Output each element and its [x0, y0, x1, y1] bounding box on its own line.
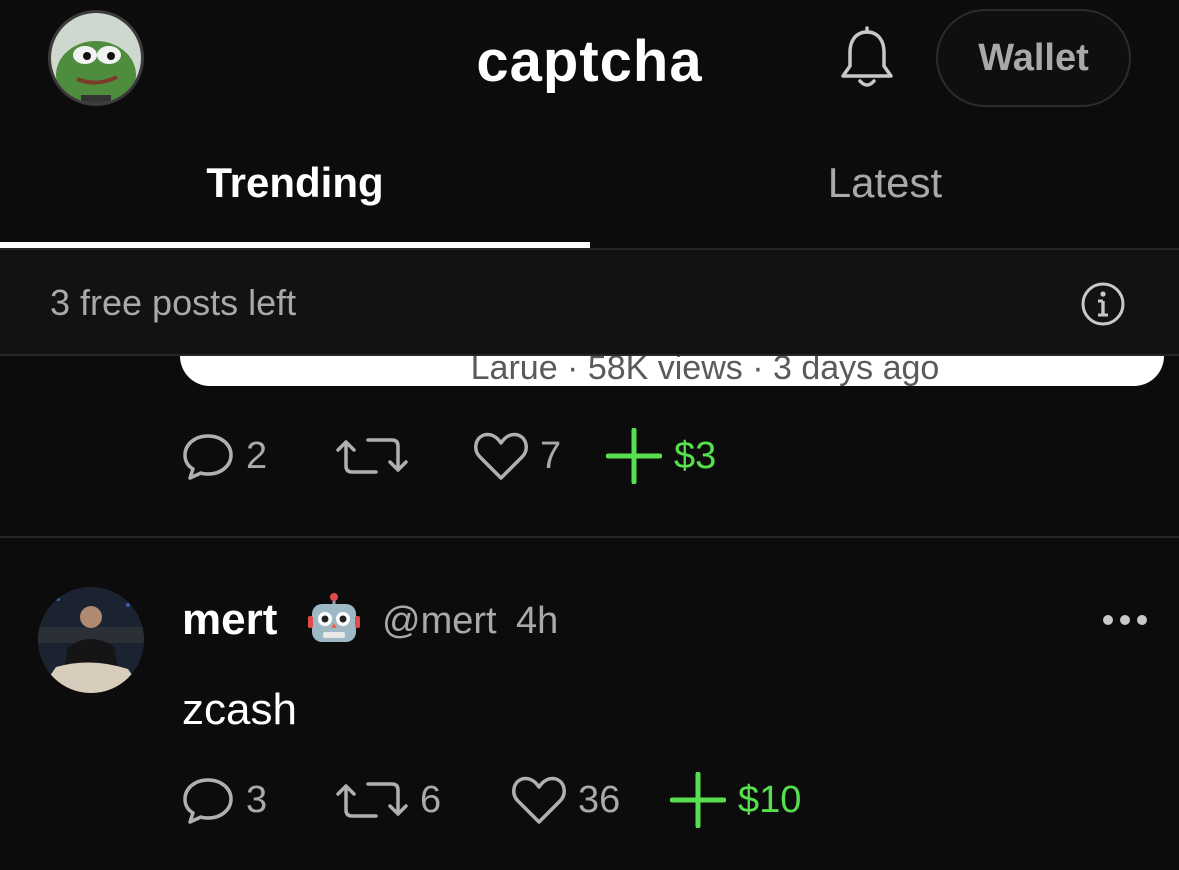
repost-action[interactable] — [334, 426, 420, 486]
repost-icon — [336, 438, 408, 474]
reply-icon — [183, 434, 233, 480]
author-photo — [38, 587, 144, 693]
info-icon[interactable] — [1080, 281, 1126, 327]
feed-tabs: Trending Latest — [0, 118, 1179, 250]
tip-plus-icon — [670, 772, 726, 828]
post-author-name[interactable]: mert — [182, 595, 277, 645]
reply-count: 2 — [246, 434, 268, 477]
like-action[interactable]: 36 — [510, 770, 620, 830]
tab-trending[interactable]: Trending — [0, 118, 590, 248]
like-action[interactable]: 7 — [472, 426, 561, 486]
reply-count: 3 — [246, 778, 268, 821]
like-count: 7 — [540, 434, 562, 477]
tip-amount: $10 — [738, 778, 802, 821]
post-author-avatar[interactable] — [38, 587, 144, 693]
post-timestamp: 4h — [516, 600, 559, 642]
free-posts-text: 3 free posts left — [50, 282, 297, 323]
reply-action[interactable]: 2 — [180, 426, 267, 486]
robot-emoji-icon — [308, 593, 360, 642]
wallet-button[interactable]: Wallet — [936, 9, 1131, 107]
post-divider — [0, 536, 1179, 538]
previous-post-actions: 2 7 $3 — [180, 426, 880, 486]
repost-action[interactable]: 6 — [334, 770, 441, 830]
tab-latest[interactable]: Latest — [590, 118, 1179, 248]
tip-plus-icon — [606, 428, 662, 484]
reply-icon — [183, 778, 233, 824]
bell-icon[interactable] — [838, 26, 896, 92]
like-count: 36 — [578, 778, 621, 821]
reply-action[interactable]: 3 — [180, 770, 267, 830]
post-author-handle[interactable]: @mert — [382, 600, 497, 643]
post-actions: 3 6 36 $10 — [180, 770, 880, 830]
tip-action[interactable]: $10 — [670, 770, 801, 830]
repost-count: 6 — [420, 778, 442, 821]
like-icon — [512, 776, 566, 824]
repost-icon — [336, 782, 408, 818]
tip-action[interactable]: $3 — [606, 426, 716, 486]
tip-amount: $3 — [674, 434, 717, 477]
top-header: captcha Wallet — [0, 0, 1179, 118]
active-tab-indicator — [0, 242, 590, 248]
app-screen: captcha Wallet Trending Latest 3 free po… — [0, 0, 1179, 870]
post-body-text: zcash — [182, 685, 297, 734]
like-icon — [474, 432, 528, 480]
free-posts-banner: 3 free posts left — [0, 250, 1179, 356]
more-icon[interactable] — [1100, 612, 1150, 628]
